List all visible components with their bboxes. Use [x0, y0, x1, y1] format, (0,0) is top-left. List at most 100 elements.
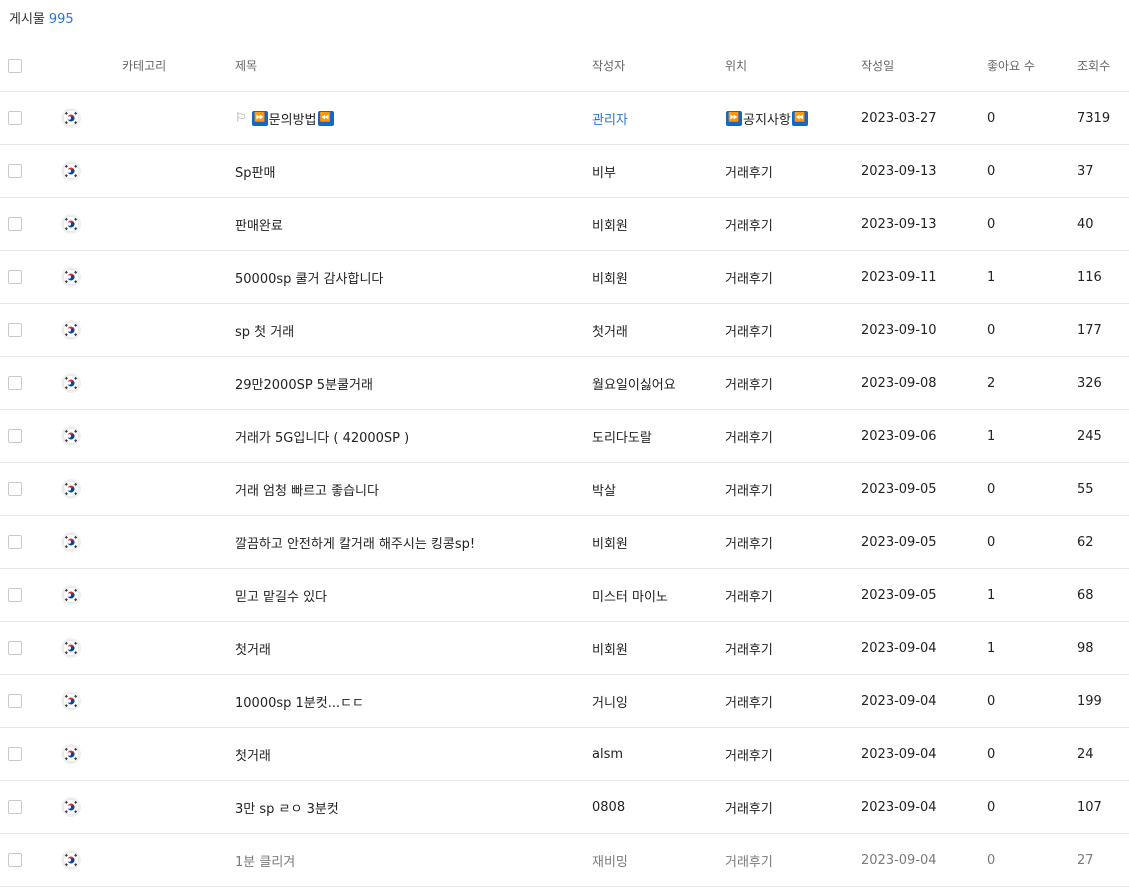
row-checkbox[interactable] [8, 376, 22, 390]
column-header-likes[interactable]: 좋아요 수 [987, 40, 1035, 91]
post-count-label: 게시물 [9, 12, 45, 27]
notice-title[interactable]: ⚐ ⏩ 문의방법 ⏪ [235, 92, 335, 144]
post-title[interactable]: 첫거래 [235, 622, 271, 674]
post-location[interactable]: 거래후기 [725, 198, 773, 250]
post-author[interactable]: 첫거래 [592, 304, 628, 356]
post-title[interactable]: 50000sp 쿨거 감사합니다 [235, 251, 383, 303]
post-author[interactable]: 비회원 [592, 251, 628, 303]
post-location[interactable]: 거래후기 [725, 463, 773, 515]
post-location-text: 거래후기 [725, 589, 773, 605]
korea-flag-icon [61, 373, 81, 393]
row-checkbox[interactable] [8, 217, 22, 231]
notice-location-text: 공지사항 [743, 112, 791, 128]
notice-likes: 0 [987, 110, 996, 126]
post-location[interactable]: 거래후기 [725, 781, 773, 833]
korea-flag-icon [61, 108, 81, 128]
post-author-text: 월요일이싫어요 [592, 377, 676, 393]
post-location[interactable]: 거래후기 [725, 622, 773, 674]
table-row[interactable]: 첫거래 비회원 거래후기 2023-09-04 1 98 [0, 622, 1129, 675]
post-title[interactable]: 10000sp 1분컷...ㄷㄷ [235, 675, 364, 727]
post-location[interactable]: 거래후기 [725, 675, 773, 727]
post-location[interactable]: 거래후기 [725, 145, 773, 197]
column-header-author[interactable]: 작성자 [592, 40, 625, 91]
post-author[interactable]: alsm [592, 728, 623, 780]
post-author[interactable]: 0808 [592, 781, 625, 833]
post-location[interactable]: 거래후기 [725, 357, 773, 409]
post-title[interactable]: 29만2000SP 5분쿨거래 [235, 357, 373, 409]
post-location[interactable]: 거래후기 [725, 251, 773, 303]
table-row[interactable]: 첫거래 alsm 거래후기 2023-09-04 0 24 [0, 728, 1129, 781]
table-row[interactable]: sp 첫 거래 첫거래 거래후기 2023-09-10 0 177 [0, 304, 1129, 357]
post-title[interactable]: 첫거래 [235, 728, 271, 780]
post-author[interactable]: 비부 [592, 145, 616, 197]
post-title[interactable]: 깔끔하고 안전하게 칼거래 해주시는 킹콩sp! [235, 516, 475, 568]
table-row[interactable]: 믿고 맡길수 있다 미스터 마이노 거래후기 2023-09-05 1 68 [0, 569, 1129, 622]
table-row[interactable]: 29만2000SP 5분쿨거래 월요일이싫어요 거래후기 2023-09-08 2 326 [0, 357, 1129, 410]
column-header-category[interactable]: 카테고리 [122, 40, 166, 91]
post-location[interactable]: 거래후기 [725, 834, 773, 886]
table-row[interactable]: 1분 클리겨 재비밍 거래후기 2023-09-04 0 27 [0, 834, 1129, 887]
row-checkbox[interactable] [8, 482, 22, 496]
post-location-text: 거래후기 [725, 271, 773, 287]
fast-forward-icon: ⏩ [726, 110, 742, 126]
table-row[interactable]: 깔끔하고 안전하게 칼거래 해주시는 킹콩sp! 비회원 거래후기 2023-09-0… [0, 516, 1129, 569]
row-checkbox[interactable] [8, 323, 22, 337]
post-title[interactable]: 3만 sp ㄹㅇ 3분컷 [235, 781, 339, 833]
post-author[interactable]: 비회원 [592, 516, 628, 568]
post-title[interactable]: 판매완료 [235, 198, 283, 250]
table-row[interactable]: 3만 sp ㄹㅇ 3분컷 0808 거래후기 2023-09-04 0 107 [0, 781, 1129, 834]
table-row[interactable]: 10000sp 1분컷...ㄷㄷ 거니잉 거래후기 2023-09-04 0 199 [0, 675, 1129, 728]
post-views: 68 [1077, 569, 1094, 621]
post-location[interactable]: 거래후기 [725, 569, 773, 621]
notice-author[interactable]: 관리자 [592, 92, 628, 144]
korea-flag-icon [61, 479, 81, 499]
post-count: 게시물 995 [9, 11, 74, 29]
notice-location[interactable]: ⏩ 공지사항 ⏪ [725, 92, 809, 144]
post-date-text: 2023-09-11 [861, 269, 937, 285]
notice-row[interactable]: ⚐ ⏩ 문의방법 ⏪ 관리자 ⏩ 공지사항 ⏪ 2023-03-27 0 731… [0, 92, 1129, 145]
post-title[interactable]: 1분 클리겨 [235, 834, 295, 886]
select-all-checkbox[interactable] [8, 58, 22, 73]
post-author[interactable]: 비회원 [592, 198, 628, 250]
post-location[interactable]: 거래후기 [725, 304, 773, 356]
column-header-views[interactable]: 조회수 [1077, 40, 1110, 91]
column-header-title[interactable]: 제목 [235, 40, 257, 91]
post-title[interactable]: sp 첫 거래 [235, 304, 294, 356]
column-header-date[interactable]: 작성일 [861, 40, 894, 91]
post-title[interactable]: 믿고 맡길수 있다 [235, 569, 327, 621]
row-checkbox[interactable] [8, 164, 22, 178]
post-title-text: sp 첫 거래 [235, 324, 295, 340]
row-checkbox[interactable] [8, 641, 22, 655]
table-row[interactable]: 거래가 5G입니다 ( 42000SP ) 도리다도랄 거래후기 2023-09-06… [0, 410, 1129, 463]
post-title[interactable]: Sp판매 [235, 145, 275, 197]
post-title[interactable]: 거래가 5G입니다 ( 42000SP ) [235, 410, 409, 462]
row-checkbox[interactable] [8, 111, 22, 125]
row-checkbox[interactable] [8, 588, 22, 602]
post-author[interactable]: 미스터 마이노 [592, 569, 668, 621]
post-title[interactable]: 거래 엄청 빠르고 좋습니다 [235, 463, 379, 515]
column-header-location[interactable]: 위치 [725, 40, 747, 91]
post-location[interactable]: 거래후기 [725, 728, 773, 780]
post-author[interactable]: 박살 [592, 463, 616, 515]
row-checkbox[interactable] [8, 694, 22, 708]
post-author[interactable]: 비회원 [592, 622, 628, 674]
row-checkbox[interactable] [8, 747, 22, 761]
post-title-text: 50000sp 쿨거 감사합니다 [235, 271, 384, 287]
table-row[interactable]: 거래 엄청 빠르고 좋습니다 박살 거래후기 2023-09-05 0 55 [0, 463, 1129, 516]
post-author[interactable]: 월요일이싫어요 [592, 357, 676, 409]
row-checkbox[interactable] [8, 853, 22, 867]
table-row[interactable]: 판매완료 비회원 거래후기 2023-09-13 0 40 [0, 198, 1129, 251]
post-location-text: 거래후기 [725, 854, 773, 870]
row-checkbox[interactable] [8, 535, 22, 549]
row-checkbox[interactable] [8, 270, 22, 284]
notice-title-text: 문의방법 [268, 112, 317, 128]
row-checkbox[interactable] [8, 800, 22, 814]
post-author[interactable]: 재비밍 [592, 834, 628, 886]
post-author[interactable]: 도리다도랄 [592, 410, 652, 462]
table-row[interactable]: Sp판매 비부 거래후기 2023-09-13 0 37 [0, 145, 1129, 198]
table-row[interactable]: 50000sp 쿨거 감사합니다 비회원 거래후기 2023-09-11 1 116 [0, 251, 1129, 304]
post-author[interactable]: 거니잉 [592, 675, 628, 727]
post-location[interactable]: 거래후기 [725, 410, 773, 462]
row-checkbox[interactable] [8, 429, 22, 443]
post-location[interactable]: 거래후기 [725, 516, 773, 568]
